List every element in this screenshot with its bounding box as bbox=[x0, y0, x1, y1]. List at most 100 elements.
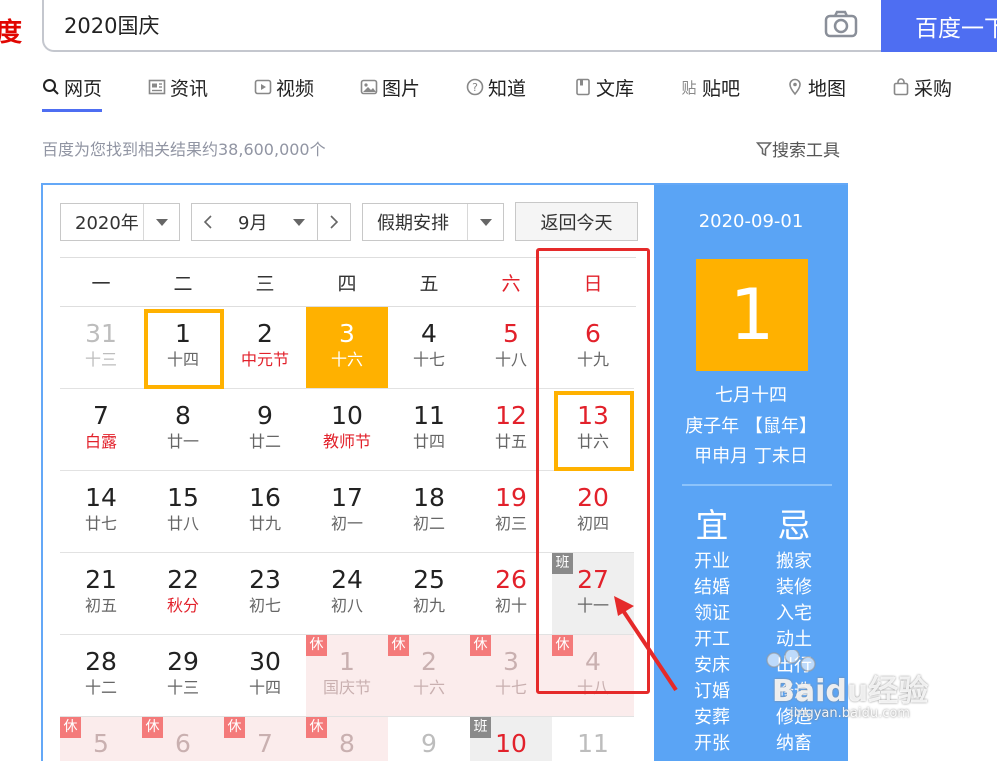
calendar-day-cell[interactable]: 11 bbox=[552, 717, 634, 761]
calendar-day-cell[interactable]: 班 10 bbox=[470, 717, 552, 761]
holiday-select[interactable]: 假期安排 bbox=[362, 203, 504, 241]
day-number: 22 bbox=[167, 565, 199, 594]
yi-item: 领证 bbox=[694, 603, 730, 624]
calendar-day-cell[interactable]: 6 十九 bbox=[552, 307, 634, 389]
calendar-day-cell[interactable]: 休 4 十八 bbox=[552, 635, 634, 717]
calendar-day-cell[interactable]: 14 廿七 bbox=[60, 471, 142, 553]
calendar-day-cell[interactable]: 9 廿二 bbox=[224, 389, 306, 471]
day-number: 14 bbox=[85, 483, 117, 512]
chevron-down-icon bbox=[143, 204, 179, 240]
calendar-day-cell[interactable]: 18 初二 bbox=[388, 471, 470, 553]
calendar-day-cell[interactable]: 21 初五 bbox=[60, 553, 142, 635]
lunar-label: 白露 bbox=[84, 432, 117, 451]
lunar-label: 初五 bbox=[84, 596, 117, 615]
search-input[interactable] bbox=[64, 8, 764, 42]
back-to-today-button[interactable]: 返回今天 bbox=[515, 202, 638, 241]
lunar-label: 十二 bbox=[84, 678, 117, 697]
ji-title: 忌 bbox=[777, 506, 811, 545]
year-select-value: 2020年 bbox=[75, 213, 139, 234]
tab-images[interactable]: 图片 bbox=[360, 72, 420, 102]
search-button[interactable]: 百度一下 bbox=[881, 0, 997, 52]
calendar-day-cell[interactable]: 28 十二 bbox=[60, 635, 142, 717]
yi-item: 安床 bbox=[694, 655, 730, 676]
search-tools-button[interactable]: 搜索工具 bbox=[756, 136, 840, 161]
calendar-day-cell[interactable]: 17 初一 bbox=[306, 471, 388, 553]
chevron-down-icon bbox=[467, 204, 503, 240]
tab-label: 采购 bbox=[914, 77, 953, 100]
calendar-day-cell[interactable]: 休 3 十七 bbox=[470, 635, 552, 717]
document-icon bbox=[576, 78, 590, 96]
tab-map[interactable]: 地图 bbox=[786, 72, 846, 102]
year-select[interactable]: 2020年 bbox=[60, 203, 180, 241]
day-number: 2 bbox=[257, 319, 273, 348]
tab-shopping[interactable]: 采购 bbox=[892, 72, 952, 102]
calendar-day-cell[interactable]: 25 初九 bbox=[388, 553, 470, 635]
calendar-day-cell[interactable]: 22 秋分 bbox=[142, 553, 224, 635]
ji-item: 装修 bbox=[776, 577, 812, 598]
rest-day-badge: 休 bbox=[552, 635, 573, 656]
calendar-day-cell[interactable]: 休7 bbox=[224, 717, 306, 761]
weekday-label: 一 bbox=[91, 272, 111, 295]
tab-video[interactable]: 视频 bbox=[254, 72, 314, 102]
calendar-day-cell[interactable]: 4 十七 bbox=[388, 307, 470, 389]
detail-date: 2020-09-01 bbox=[698, 211, 804, 232]
calendar-day-cell[interactable]: 10 教师节 bbox=[306, 389, 388, 471]
calendar-day-cell[interactable]: 20 初四 bbox=[552, 471, 634, 553]
tab-news[interactable]: 资讯 bbox=[148, 72, 208, 102]
day-number: 11 bbox=[413, 401, 445, 430]
calendar-day-cell[interactable]: 1 十四 bbox=[142, 307, 224, 389]
holiday-select-value: 假期安排 bbox=[377, 213, 449, 234]
lunar-label: 初四 bbox=[576, 514, 609, 533]
calendar-day-cell[interactable]: 休5 bbox=[60, 717, 142, 761]
day-number: 21 bbox=[85, 565, 117, 594]
camera-icon[interactable] bbox=[824, 10, 858, 38]
calendar-day-cell[interactable]: 29 十三 bbox=[142, 635, 224, 717]
calendar-day-cell[interactable]: 2 中元节 bbox=[224, 307, 306, 389]
calendar-day-cell[interactable]: 30 十四 bbox=[224, 635, 306, 717]
calendar-day-cell[interactable]: 13 廿六 bbox=[552, 389, 634, 471]
tab-web[interactable]: 网页 bbox=[42, 72, 103, 112]
calendar-day-cell[interactable]: 8 廿一 bbox=[142, 389, 224, 471]
calendar-day-cell[interactable]: 26 初十 bbox=[470, 553, 552, 635]
calendar-day-cell[interactable]: 24 初八 bbox=[306, 553, 388, 635]
tab-zhidao[interactable]: ? 知道 bbox=[466, 72, 526, 102]
lunar-label: 廿五 bbox=[494, 432, 527, 451]
lunar-label: 初一 bbox=[330, 514, 363, 533]
tab-label: 知道 bbox=[488, 77, 527, 100]
chevron-left-icon bbox=[203, 215, 212, 229]
calendar-day-cell[interactable]: 19 初三 bbox=[470, 471, 552, 553]
calendar-day-cell[interactable]: 23 初七 bbox=[224, 553, 306, 635]
lunar-label: 十三 bbox=[84, 350, 117, 369]
calendar-day-cell[interactable]: 休 1 国庆节 bbox=[306, 635, 388, 717]
day-number: 13 bbox=[577, 401, 609, 430]
calendar-day-cell[interactable]: 休6 bbox=[142, 717, 224, 761]
next-month-button[interactable] bbox=[317, 203, 351, 241]
calendar-day-cell[interactable]: 12 廿五 bbox=[470, 389, 552, 471]
month-select-value: 9月 bbox=[238, 213, 268, 234]
calendar-day-cell[interactable]: 9 bbox=[388, 717, 470, 761]
calendar-day-cell[interactable]: 7 白露 bbox=[60, 389, 142, 471]
day-number: 15 bbox=[167, 483, 199, 512]
calendar-day-cell[interactable]: 休 2 十六 bbox=[388, 635, 470, 717]
calendar-day-cell[interactable]: 休8 bbox=[306, 717, 388, 761]
search-icon bbox=[43, 79, 59, 95]
lunar-label: 十四 bbox=[166, 350, 199, 369]
yi-column: 宜 开业 结婚 领证 开工 安床 订婚 安葬 开张 bbox=[687, 503, 737, 757]
prev-month-button[interactable] bbox=[191, 203, 225, 241]
tab-tieba[interactable]: 贴 贴吧 bbox=[680, 72, 740, 102]
day-number: 20 bbox=[577, 483, 609, 512]
ji-item: 入宅 bbox=[776, 603, 812, 624]
tab-wenku[interactable]: 文库 bbox=[574, 72, 634, 102]
lunar-label: 十三 bbox=[166, 678, 199, 697]
calendar-day-cell[interactable]: 班 27 十一 bbox=[552, 553, 634, 635]
calendar-day-cell[interactable]: 31 十三 bbox=[60, 307, 142, 389]
lunar-label: 廿九 bbox=[248, 514, 281, 533]
tab-label: 视频 bbox=[276, 77, 315, 100]
calendar-day-cell[interactable]: 15 廿八 bbox=[142, 471, 224, 553]
calendar-day-cell[interactable]: 3 十六 bbox=[306, 307, 388, 389]
calendar-day-cell[interactable]: 5 十八 bbox=[470, 307, 552, 389]
tab-label: 地图 bbox=[808, 77, 847, 100]
calendar-day-cell[interactable]: 16 廿九 bbox=[224, 471, 306, 553]
month-select[interactable]: 9月 bbox=[224, 203, 318, 241]
calendar-day-cell[interactable]: 11 廿四 bbox=[388, 389, 470, 471]
